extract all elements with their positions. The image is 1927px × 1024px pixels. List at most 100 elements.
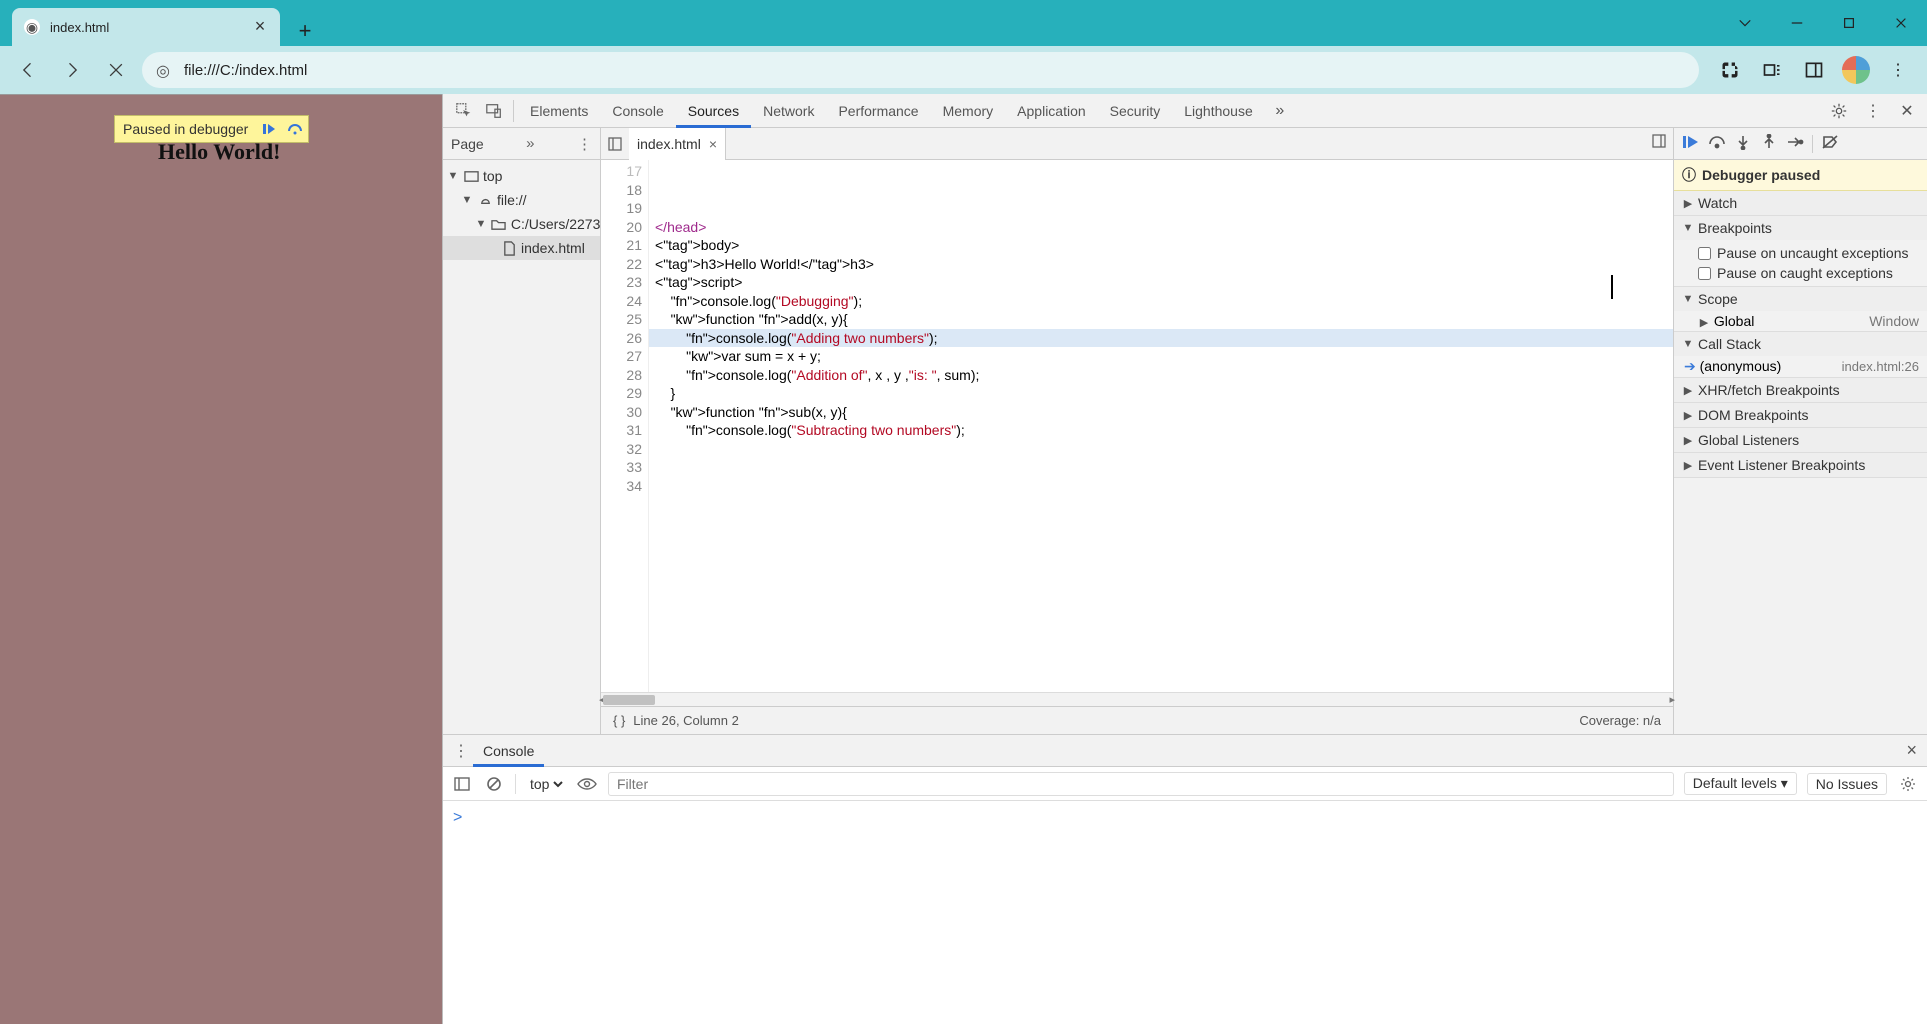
devtools-tab-network[interactable]: Network (751, 94, 826, 128)
devtools-tab-memory[interactable]: Memory (931, 94, 1006, 128)
live-expression-icon[interactable] (576, 777, 598, 791)
browser-tab-active[interactable]: ◉ index.html × (12, 8, 280, 46)
maximize-button[interactable] (1823, 0, 1875, 46)
editor-toggle-icon[interactable] (1651, 133, 1673, 154)
cursor-position: Line 26, Column 2 (633, 713, 739, 728)
tree-top[interactable]: top (483, 168, 502, 184)
close-icon[interactable]: × (709, 136, 717, 152)
step-over-icon[interactable] (282, 116, 308, 142)
devtools-panel: ElementsConsoleSourcesNetworkPerformance… (442, 94, 1927, 1024)
devtools-menu-icon[interactable]: ⋮ (1859, 101, 1887, 121)
back-button[interactable] (10, 52, 46, 88)
navigator-more-icon[interactable]: » (526, 135, 534, 152)
inspect-icon[interactable] (449, 102, 479, 120)
url-text: file:///C:/index.html (184, 62, 307, 79)
line-gutter[interactable]: 171819202122232425262728293031323334 (601, 160, 649, 692)
minimize-button[interactable] (1771, 0, 1823, 46)
console-filter-input[interactable] (608, 772, 1674, 796)
page-heading: Hello World! (158, 139, 280, 165)
tree-scheme[interactable]: file:// (497, 192, 527, 208)
side-panel-icon[interactable] (1795, 51, 1833, 89)
code-area[interactable]: 171819202122232425262728293031323334 </h… (601, 160, 1673, 692)
devtools-tab-lighthouse[interactable]: Lighthouse (1172, 94, 1265, 128)
file-tree[interactable]: ▼top ▼file:// ▼C:/Users/2273 index.html (443, 160, 600, 260)
editor-h-scrollbar[interactable]: ◂▸ (601, 692, 1673, 706)
tab-search-icon[interactable] (1719, 0, 1771, 46)
issues-button[interactable]: No Issues (1807, 773, 1887, 795)
file-icon: ◎ (156, 61, 174, 79)
devtools-tabbar: ElementsConsoleSourcesNetworkPerformance… (443, 94, 1927, 128)
navigator-menu-icon[interactable]: ⋮ (577, 135, 592, 153)
devtools-tab-sources[interactable]: Sources (676, 94, 751, 128)
globe-icon: ◉ (24, 19, 40, 35)
debugger-banner-label: Debugger paused (1702, 167, 1820, 183)
deactivate-breakpoints-button[interactable] (1821, 134, 1839, 153)
stack-frame[interactable]: ➔ (anonymous)index.html:26 (1674, 356, 1927, 377)
close-icon[interactable]: × (252, 19, 268, 35)
breakpoints-section[interactable]: ▼Breakpoints (1674, 216, 1927, 240)
pause-caught-checkbox[interactable]: Pause on caught exceptions (1698, 263, 1919, 283)
debugger-paused-banner: ⓘ Debugger paused (1674, 160, 1927, 191)
close-window-button[interactable] (1875, 0, 1927, 46)
step-over-button[interactable] (1708, 134, 1726, 153)
paused-label: Paused in debugger (115, 121, 256, 137)
browser-toolbar: ◎ file:///C:/index.html ⋮ (0, 46, 1927, 94)
editor-tab-label: index.html (637, 136, 701, 152)
extensions-icon[interactable] (1711, 51, 1749, 89)
tree-file[interactable]: index.html (521, 240, 585, 256)
close-icon[interactable]: × (1906, 740, 1921, 761)
console-tab[interactable]: Console (473, 735, 544, 767)
media-icon[interactable] (1753, 51, 1791, 89)
more-tabs-icon[interactable]: » (1265, 102, 1295, 120)
console-drawer: ⋮ Console × top Default levels ▾ No Issu… (443, 734, 1927, 1024)
console-prompt[interactable]: > (443, 801, 1927, 1024)
sources-navigator: Page » ⋮ ▼top ▼file:// ▼C:/Users/2273 in… (443, 128, 601, 734)
source-editor: index.html × 171819202122232425262728293… (601, 128, 1673, 734)
drawer-menu-icon[interactable]: ⋮ (449, 741, 473, 761)
global-listeners-section[interactable]: ▶Global Listeners (1674, 428, 1927, 452)
devtools-close-icon[interactable]: ✕ (1893, 101, 1921, 121)
stop-reload-button[interactable] (98, 52, 134, 88)
dom-breakpoints-section[interactable]: ▶DOM Breakpoints (1674, 403, 1927, 427)
step-into-button[interactable] (1734, 134, 1752, 153)
devtools-tab-application[interactable]: Application (1005, 94, 1098, 128)
coverage-label: Coverage: n/a (1579, 713, 1661, 728)
forward-button[interactable] (54, 52, 90, 88)
window-controls (1719, 0, 1927, 46)
console-sidebar-toggle-icon[interactable] (451, 776, 473, 792)
xhr-breakpoints-section[interactable]: ▶XHR/fetch Breakpoints (1674, 378, 1927, 402)
pause-uncaught-checkbox[interactable]: Pause on uncaught exceptions (1698, 243, 1919, 263)
scope-global-row[interactable]: ▶ GlobalWindow (1674, 311, 1927, 331)
format-icon[interactable]: { } (613, 713, 625, 728)
navigator-header: Page (451, 136, 484, 152)
step-button[interactable] (1786, 134, 1804, 153)
tab-title: index.html (50, 20, 242, 35)
debugger-sidebar: ⓘ Debugger paused ▶Watch ▼Breakpoints Pa… (1673, 128, 1927, 734)
browser-menu-icon[interactable]: ⋮ (1879, 51, 1917, 89)
devtools-tab-elements[interactable]: Elements (518, 94, 600, 128)
settings-icon[interactable] (1825, 102, 1853, 120)
console-settings-icon[interactable] (1897, 776, 1919, 792)
address-bar[interactable]: ◎ file:///C:/index.html (142, 52, 1699, 88)
event-listener-bp-section[interactable]: ▶Event Listener Breakpoints (1674, 453, 1927, 477)
editor-statusbar: { } Line 26, Column 2 Coverage: n/a (601, 706, 1673, 734)
watch-section[interactable]: ▶Watch (1674, 191, 1927, 215)
device-toggle-icon[interactable] (479, 102, 509, 120)
editor-tab[interactable]: index.html × (629, 128, 726, 160)
callstack-section[interactable]: ▼Call Stack (1674, 332, 1927, 356)
page-viewport[interactable]: Paused in debugger Hello World! (0, 94, 442, 1024)
profile-avatar[interactable] (1837, 51, 1875, 89)
clear-console-icon[interactable] (483, 776, 505, 792)
info-icon: ⓘ (1682, 165, 1696, 185)
devtools-tab-security[interactable]: Security (1098, 94, 1173, 128)
new-tab-button[interactable]: + (290, 16, 320, 46)
tree-folder[interactable]: C:/Users/2273 (511, 216, 600, 232)
context-select[interactable]: top (526, 775, 566, 793)
step-out-button[interactable] (1760, 134, 1778, 153)
scope-section[interactable]: ▼Scope (1674, 287, 1927, 311)
log-levels-select[interactable]: Default levels ▾ (1684, 772, 1797, 795)
devtools-tab-performance[interactable]: Performance (826, 94, 930, 128)
resume-button[interactable] (1682, 134, 1700, 153)
editor-nav-icon[interactable] (601, 136, 629, 152)
devtools-tab-console[interactable]: Console (600, 94, 675, 128)
